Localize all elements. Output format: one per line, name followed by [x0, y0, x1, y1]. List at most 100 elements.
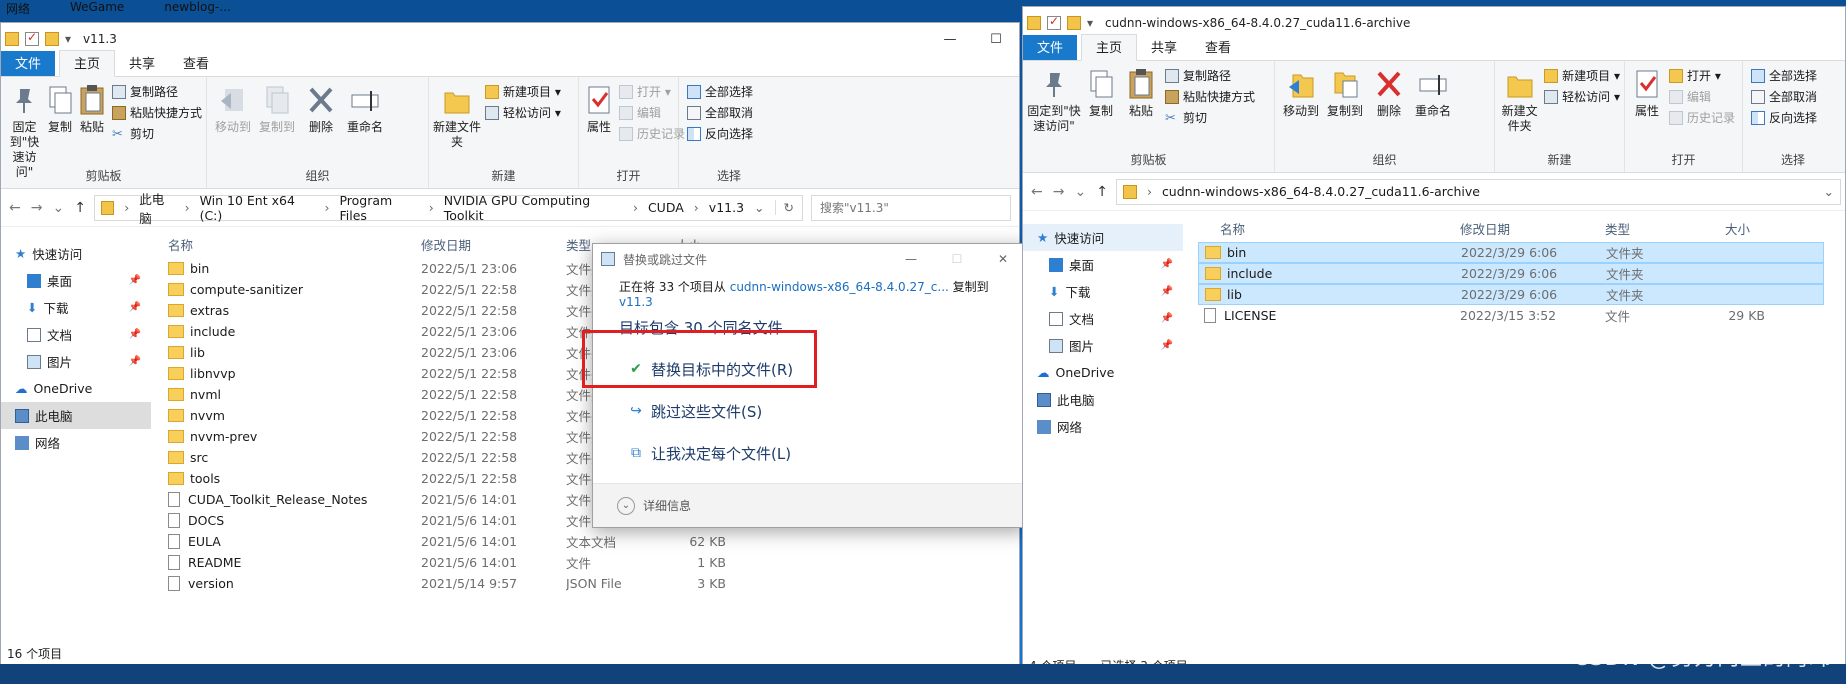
tab-share[interactable]: 共享 — [115, 51, 169, 76]
col-name[interactable]: 名称 — [166, 235, 421, 254]
tab-file[interactable]: 文件 — [1, 51, 56, 76]
tab-file[interactable]: 文件 — [1023, 35, 1078, 60]
tab-view[interactable]: 查看 — [1191, 35, 1245, 60]
invert-selection-button[interactable]: 反向选择 — [687, 125, 753, 142]
nav-desktop[interactable]: 桌面 📌 — [1023, 251, 1183, 278]
file-row[interactable]: EULA 2021/5/6 14:01 文本文档 62 KB — [166, 531, 1019, 552]
address-bar[interactable]: › 此电脑 › Win 10 Ent x64 (C:) › Program Fi… — [93, 192, 803, 226]
file-row[interactable]: lib 2022/3/29 6:06 文件夹 — [1198, 284, 1824, 305]
col-date[interactable]: 修改日期 — [421, 235, 566, 254]
file-row[interactable]: include 2022/3/29 6:06 文件夹 — [1198, 263, 1824, 284]
forward-arrow-icon[interactable]: → — [31, 200, 43, 216]
nav-this-pc[interactable]: 此电脑 — [1, 402, 151, 429]
refresh-icon[interactable]: ↻ — [774, 200, 802, 215]
maximize-button[interactable]: ☐ — [973, 32, 1019, 47]
col-type[interactable]: 类型 — [1605, 219, 1725, 238]
dialog-maximize-button[interactable]: ☐ — [934, 252, 980, 266]
up-arrow-icon[interactable]: ↑ — [74, 200, 86, 216]
select-none-button[interactable]: 全部取消 — [687, 104, 753, 121]
address-bar[interactable]: › cudnn-windows-x86_64-8.4.0.27_cuda11.6… — [1115, 178, 1841, 205]
dialog-close-button[interactable]: ✕ — [980, 252, 1026, 266]
history-button[interactable]: 历史记录 — [619, 125, 685, 142]
breadcrumb-item[interactable]: Program Files — [339, 193, 418, 223]
new-item-button[interactable]: 新建项目 ▾ — [485, 83, 561, 100]
invert-selection-button[interactable]: 反向选择 — [1751, 109, 1817, 126]
dialog-minimize-button[interactable]: — — [888, 252, 934, 266]
skip-option[interactable]: ↪ 跳过这些文件(S) — [593, 390, 1026, 432]
breadcrumb-item[interactable]: Win 10 Ent x64 (C:) — [200, 193, 315, 223]
nav-network[interactable]: 网络 — [1023, 413, 1183, 440]
nav-network[interactable]: 网络 — [1, 429, 151, 456]
paste-shortcut-button[interactable]: 粘贴快捷方式 — [111, 104, 202, 121]
edit-button[interactable]: 编辑 — [1669, 88, 1735, 105]
file-date: 2021/5/6 14:01 — [421, 513, 518, 528]
nav-pictures[interactable]: 图片 📌 — [1023, 332, 1183, 359]
nav-desktop[interactable]: 桌面 📌 — [1, 267, 151, 294]
file-row[interactable]: LICENSE 2022/3/15 3:52 文件 29 KB — [1198, 305, 1824, 326]
file-row[interactable]: README 2021/5/6 14:01 文件 1 KB — [166, 552, 1019, 573]
nav-pictures[interactable]: 图片 📌 — [1, 348, 151, 375]
cut-button[interactable]: ✂ 剪切 — [1165, 109, 1255, 126]
address-dropdown-icon[interactable]: ⌄ — [1824, 184, 1840, 199]
file-row[interactable]: version 2021/5/14 9:57 JSON File 3 KB — [166, 573, 1019, 594]
col-date[interactable]: 修改日期 — [1460, 219, 1605, 238]
nav-onedrive[interactable]: ☁ OneDrive — [1, 375, 151, 402]
desktop-label-network[interactable]: 网络 — [6, 0, 30, 18]
recent-chevron-icon[interactable]: ⌄ — [1074, 184, 1086, 200]
breadcrumb-item[interactable]: NVIDIA GPU Computing Toolkit — [444, 193, 623, 223]
desktop-label-newblog[interactable]: newblog-... — [164, 0, 231, 18]
up-arrow-icon[interactable]: ↑ — [1096, 184, 1108, 200]
details-toggle[interactable]: ⌄ 详细信息 — [593, 483, 1026, 527]
history-button[interactable]: 历史记录 — [1669, 109, 1735, 126]
open-button[interactable]: 打开 ▾ — [1669, 67, 1735, 84]
back-arrow-icon[interactable]: ← — [9, 200, 21, 216]
tab-share[interactable]: 共享 — [1137, 35, 1191, 60]
nav-quick-access[interactable]: ★ 快速访问 — [1023, 224, 1183, 251]
search-input[interactable]: 搜索"v11.3" — [811, 194, 1011, 221]
paste-shortcut-button[interactable]: 粘贴快捷方式 — [1165, 88, 1255, 105]
col-name[interactable]: 名称 — [1198, 219, 1460, 238]
new-item-button[interactable]: 新建项目 ▾ — [1544, 67, 1620, 84]
minimize-button[interactable]: — — [927, 32, 973, 47]
forward-arrow-icon[interactable]: → — [1053, 184, 1065, 200]
breadcrumb-item[interactable]: 此电脑 — [139, 189, 174, 227]
file-row[interactable]: bin 2022/3/29 6:06 文件夹 — [1198, 242, 1824, 263]
nav-downloads[interactable]: ⬇ 下载 📌 — [1, 294, 151, 321]
qat-dropdown-icon[interactable]: ▾ — [65, 32, 71, 46]
easy-access-button[interactable]: 轻松访问 ▾ — [485, 104, 561, 121]
breadcrumb-item[interactable]: v11.3 — [709, 200, 744, 215]
qat-dropdown-icon[interactable]: ▾ — [1087, 16, 1093, 30]
properties-check-icon[interactable] — [25, 30, 39, 46]
new-folder-icon[interactable] — [45, 32, 59, 46]
recent-chevron-icon[interactable]: ⌄ — [52, 200, 64, 216]
nav-quick-access[interactable]: ★ 快速访问 — [1, 240, 151, 267]
breadcrumb-item[interactable]: cudnn-windows-x86_64-8.4.0.27_cuda11.6-a… — [1162, 184, 1480, 199]
source-link[interactable]: cudnn-windows-x86_64-8.4.0.27_c... — [730, 280, 949, 294]
desktop-label-wegame[interactable]: WeGame — [70, 0, 124, 18]
select-all-button[interactable]: 全部选择 — [1751, 67, 1817, 84]
easy-access-button[interactable]: 轻松访问 ▾ — [1544, 88, 1620, 105]
copy-path-button[interactable]: 复制路径 — [111, 83, 202, 100]
nav-this-pc[interactable]: 此电脑 — [1023, 386, 1183, 413]
tab-home[interactable]: 主页 — [1081, 34, 1138, 61]
nav-documents[interactable]: 文档 📌 — [1023, 305, 1183, 332]
copy-path-button[interactable]: 复制路径 — [1165, 67, 1255, 84]
decide-option[interactable]: ⧉ 让我决定每个文件(L) — [593, 432, 1026, 474]
cut-button[interactable]: ✂ 剪切 — [112, 125, 202, 142]
nav-documents[interactable]: 文档 📌 — [1, 321, 151, 348]
breadcrumb-item[interactable]: CUDA — [648, 200, 684, 215]
nav-downloads[interactable]: ⬇ 下载 📌 — [1023, 278, 1183, 305]
new-folder-icon[interactable] — [1067, 16, 1081, 30]
select-none-button[interactable]: 全部取消 — [1751, 88, 1817, 105]
nav-onedrive[interactable]: ☁ OneDrive — [1023, 359, 1183, 386]
col-size[interactable]: 大小 — [1725, 219, 1795, 238]
address-dropdown-icon[interactable]: ⌄ — [754, 200, 764, 215]
properties-check-icon[interactable] — [1047, 14, 1061, 30]
edit-button[interactable]: 编辑 — [619, 104, 685, 121]
back-arrow-icon[interactable]: ← — [1031, 184, 1043, 200]
select-all-button[interactable]: 全部选择 — [687, 83, 753, 100]
open-button[interactable]: 打开 ▾ — [619, 83, 685, 100]
destination-link[interactable]: v11.3 — [619, 295, 653, 309]
tab-home[interactable]: 主页 — [59, 50, 116, 77]
tab-view[interactable]: 查看 — [169, 51, 223, 76]
